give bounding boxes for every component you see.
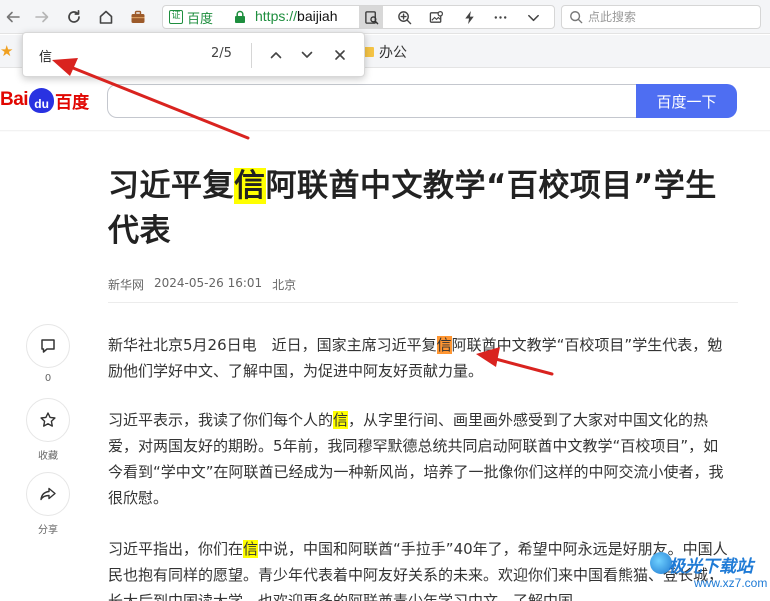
watermark-text: 极光下载站 [668,557,753,577]
find-next-button[interactable] [296,44,318,66]
find-in-page-bar: 2/5 [22,32,365,77]
paragraph-text: 习近平表示，我读了你们每个人的 [108,411,334,429]
favorite-label: 收藏 [38,451,58,462]
find-match-count: 2/5 [211,46,232,61]
paragraph-text: 习近平指出，你们在 [108,540,244,558]
briefcase-icon [131,10,145,23]
zoom-button[interactable] [394,8,414,26]
comment-icon [41,339,55,353]
baidu-logo[interactable]: Bai du 百度 [0,85,89,115]
home-button[interactable] [95,6,117,28]
more-dots-icon [494,15,506,19]
lightning-icon [464,10,474,24]
reader-mode-icon [364,10,378,24]
header-divider [0,130,770,132]
url-host: baijiah [297,8,338,24]
article-source[interactable]: 新华网 [108,276,144,293]
baidu-search-box[interactable] [107,84,637,118]
share-button[interactable] [26,472,70,516]
article-location: 北京 [272,278,297,292]
back-button[interactable] [2,6,24,28]
more-button[interactable] [490,8,510,26]
verified-badge-icon: 证 [169,10,183,24]
baidu-logo-latin: Bai [0,89,29,110]
find-match-highlight: 信 [243,540,259,558]
find-match-highlight: 信 [333,411,349,429]
baidu-paw-icon: du [29,87,55,113]
share-action[interactable]: 分享 [25,472,71,536]
arrow-left-icon [6,11,20,23]
baidu-logo-cn: 百度 [55,92,90,113]
favorite-action[interactable]: 收藏 [25,398,71,462]
close-icon [335,50,345,60]
share-icon [40,487,56,501]
article-datetime: 2024-05-26 16:01 [154,276,263,290]
paragraph-text: 新华社北京5月26日电 近日，国家主席习近平复 [108,336,437,354]
verified-site-name: 百度 [187,11,214,27]
comment-action[interactable]: 0 [25,324,71,384]
forward-button[interactable] [31,6,53,28]
find-divider [251,43,252,68]
search-icon [570,11,583,24]
bookmark-folder[interactable]: 办公 [362,42,407,62]
watermark-url: www.xz7.com [694,576,768,590]
bookmark-star-icon[interactable]: ★ [0,42,13,60]
active-find-match-highlight: 信 [436,336,452,354]
article-meta: 新华网 2024-05-26 16:01 北京 [108,276,296,293]
toolbox-button[interactable] [127,6,149,28]
url-text: https://baijiah [255,8,338,24]
lock-icon [235,10,245,23]
speed-mode-button[interactable] [459,8,479,26]
address-dropdown-button[interactable] [523,8,543,26]
find-input[interactable] [39,45,189,65]
favorite-button[interactable] [26,398,70,442]
address-bar[interactable]: 证 百度 https://baijiah [162,5,555,29]
chevron-down-icon [527,14,539,21]
zoom-in-icon [397,10,411,24]
meta-divider [108,302,738,303]
bookmark-folder-label: 办公 [379,45,407,61]
article-paragraph: 习近平表示，我读了你们每个人的信，从字里行间、画里画外感受到了大家对中国文化的热… [108,407,730,511]
find-match-highlight: 信 [234,168,266,204]
browser-search-input[interactable] [588,8,753,26]
chevron-up-icon [270,52,282,59]
comment-count: 0 [44,373,52,384]
baidu-search-button[interactable]: 百度一下 [636,84,737,118]
share-label: 分享 [38,525,58,536]
reload-button[interactable] [63,6,85,28]
site-watermark: 极光下载站 www.xz7.com [650,548,768,598]
article-title: 习近平复信阿联酋中文教学“百校项目”学生代表 [108,164,738,254]
verified-site-badge: 证 百度 [169,9,214,27]
chevron-down-icon [301,51,313,58]
url-scheme: https:// [255,8,298,24]
browser-search-box[interactable] [561,5,761,29]
title-text-before: 习近平复 [108,168,234,204]
home-icon [99,10,113,24]
comment-button[interactable] [26,324,70,368]
article-paragraph: 新华社北京5月26日电 近日，国家主席习近平复信阿联酋中文教学“百校项目”学生代… [108,332,730,384]
reader-mode-button[interactable] [359,6,383,28]
baidu-search-input[interactable] [108,85,637,117]
reload-icon [68,9,80,23]
article-paragraph: 习近平指出，你们在信中说，中国和阿联酋“手拉手”40年了，希望中阿永远是好朋友。… [108,536,730,601]
find-close-button[interactable] [329,44,351,66]
find-previous-button[interactable] [265,44,287,66]
browser-toolbar: 证 百度 https://baijiah [0,0,770,34]
arrow-right-icon [35,11,49,23]
screenshot-button[interactable] [426,8,446,26]
image-search-icon [429,10,443,23]
star-icon [40,412,56,427]
